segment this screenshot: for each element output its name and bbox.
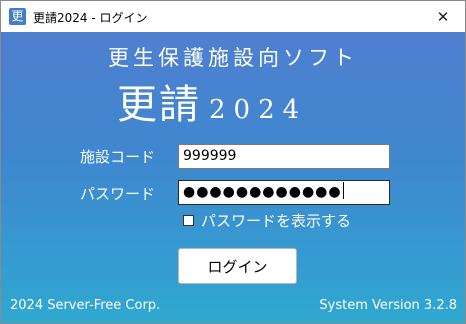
password-masked-value: ●●●●●●●●●●●● xyxy=(183,184,342,200)
text-caret xyxy=(342,182,344,199)
login-button[interactable]: ログイン xyxy=(178,248,297,284)
show-password-checkbox[interactable] xyxy=(183,215,194,226)
product-subtitle: 更生保護施設向ソフト xyxy=(108,46,358,70)
product-title: 更請 2024 xyxy=(117,72,307,130)
close-icon: ✕ xyxy=(436,7,450,26)
close-button[interactable]: ✕ xyxy=(421,1,465,32)
password-label: パスワード xyxy=(80,185,156,203)
window-title: 更請2024 - ログイン xyxy=(33,11,148,25)
login-window: 更 更請2024 - ログイン ✕ 更生保護施設向ソフト 更請 2024 施設コー… xyxy=(0,0,466,324)
product-title-name: 更請 xyxy=(117,82,201,128)
login-panel: 更生保護施設向ソフト 更請 2024 施設コード 999999 パスワード ●●●… xyxy=(1,32,465,323)
show-password-label: パスワードを表示する xyxy=(201,212,352,230)
facility-code-input[interactable]: 999999 xyxy=(178,144,390,169)
app-logo-icon: 更 xyxy=(9,8,26,25)
show-password-option[interactable]: パスワードを表示する xyxy=(183,210,351,231)
title-bar: 更 更請2024 - ログイン ✕ xyxy=(1,1,465,32)
version-text: System Version 3.2.8 xyxy=(319,298,457,313)
password-input[interactable]: ●●●●●●●●●●●● xyxy=(178,180,390,205)
product-title-year: 2024 xyxy=(209,95,308,125)
facility-code-label: 施設コード xyxy=(80,148,156,166)
copyright-text: 2024 Server-Free Corp. xyxy=(10,298,161,313)
